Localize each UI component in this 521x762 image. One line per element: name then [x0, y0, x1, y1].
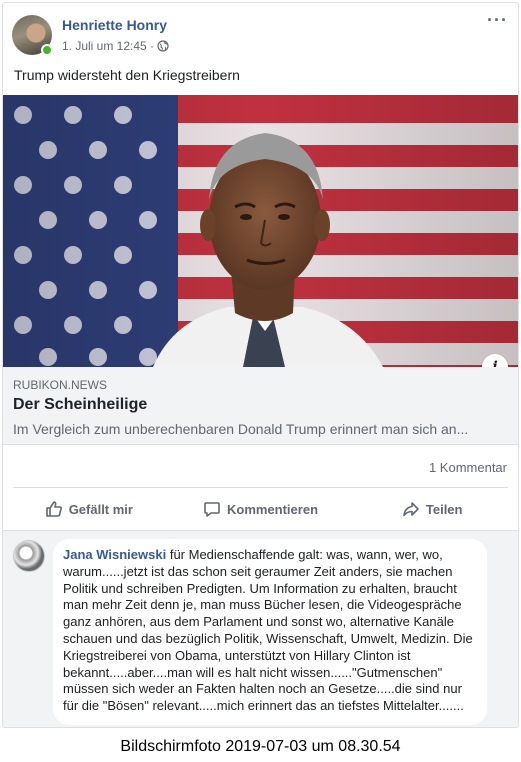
post-header: Henriette Honry 1. Juli um 12:45 · ··· [3, 3, 518, 61]
online-status-icon [41, 44, 53, 56]
post-meta: 1. Juli um 12:45 · [62, 39, 169, 53]
commenter-avatar[interactable] [13, 540, 45, 572]
share-button[interactable]: Teilen [346, 493, 518, 525]
comment-label: Kommentieren [226, 501, 319, 517]
globe-icon[interactable] [157, 40, 169, 52]
comment-bubble-icon [204, 502, 220, 517]
more-options-icon[interactable]: ··· [487, 11, 508, 29]
link-preview-image[interactable] [3, 95, 518, 367]
like-label: Gefällt mir [68, 501, 133, 517]
post-timestamp[interactable]: 1. Juli um 12:45 · [62, 39, 154, 53]
screenshot-caption: Bildschirmfoto 2019-07-03 um 08.30.54 [120, 738, 401, 755]
comment-author[interactable]: Jana Wisniewski [63, 547, 166, 562]
author-name[interactable]: Henriette Honry [62, 17, 167, 33]
thumbs-up-icon [45, 501, 62, 517]
like-button[interactable]: Gefällt mir [3, 493, 175, 525]
share-arrow-icon [403, 502, 419, 517]
link-description: Im Vergleich zum unberechenbaren Donald … [13, 421, 469, 437]
flag-portrait-image [3, 95, 518, 367]
link-title: Der Scheinheilige [13, 396, 148, 413]
comment-count[interactable]: 1 Kommentar [429, 460, 507, 475]
comment-text: für Medienschaffende galt: was, wann, we… [63, 547, 473, 714]
share-label: Teilen [425, 501, 463, 517]
divider [13, 487, 508, 488]
post-card: Henriette Honry 1. Juli um 12:45 · ··· T… [2, 2, 519, 728]
comments-section: Jana Wisniewski für Medienschaffende gal… [3, 530, 518, 727]
link-domain: RUBIKON.NEWS [13, 378, 108, 392]
author-avatar[interactable] [12, 15, 53, 56]
action-bar: Gefällt mir Kommentieren Teilen [3, 493, 518, 525]
comment-button[interactable]: Kommentieren [175, 493, 347, 525]
link-preview-meta[interactable]: RUBIKON.NEWS Der Scheinheilige Im Vergle… [3, 367, 518, 445]
post-text: Trump widersteht den Kriegstreibern [14, 67, 240, 83]
comment-bubble: Jana Wisniewski für Medienschaffende gal… [53, 539, 487, 725]
